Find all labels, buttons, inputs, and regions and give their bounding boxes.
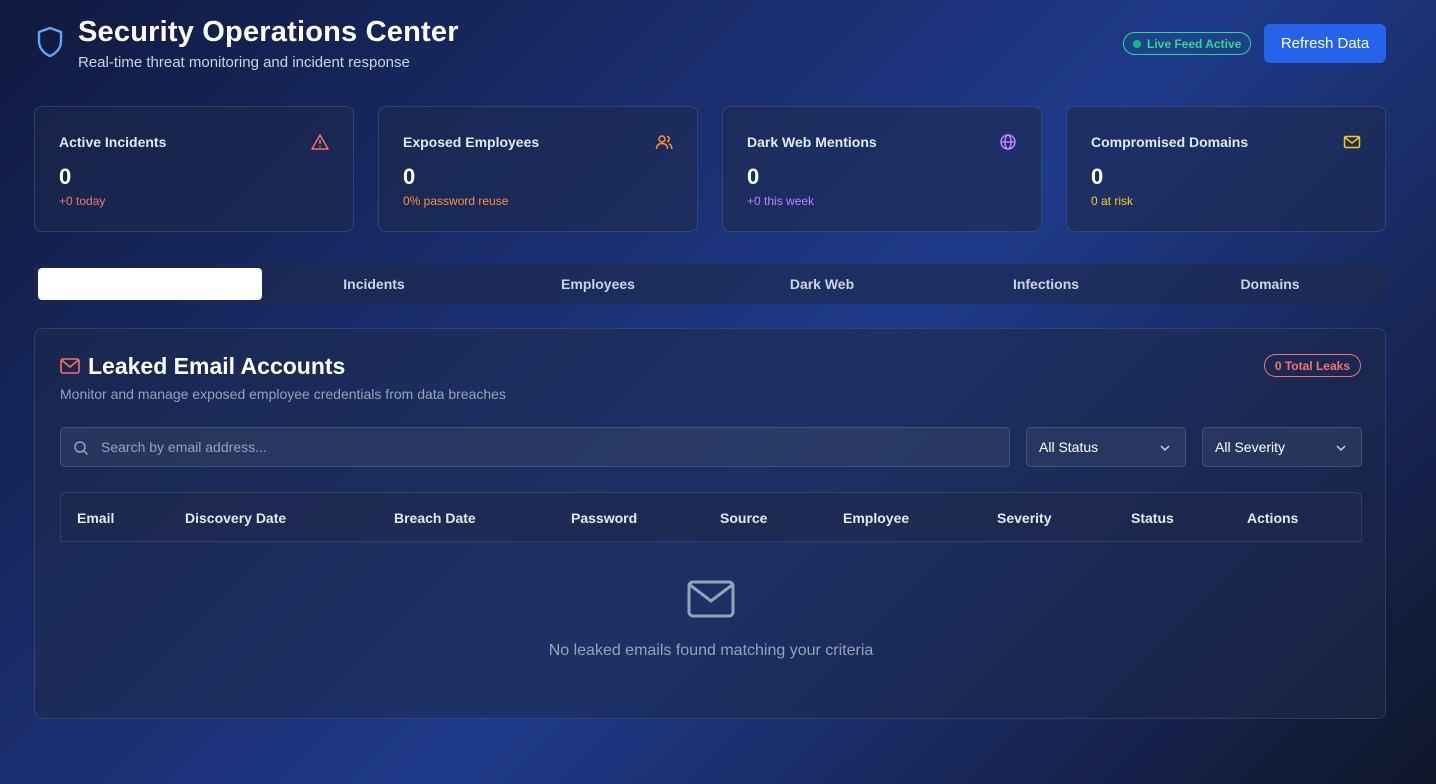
stat-label: Active Incidents: [59, 134, 167, 150]
column-header-employee[interactable]: Employee: [843, 510, 909, 526]
panel-title: Leaked Email Accounts: [88, 353, 346, 379]
live-feed-badge: Live Feed Active: [1123, 32, 1252, 55]
status-filter-select[interactable]: All Status: [1026, 427, 1186, 467]
tab-dark-web[interactable]: Dark Web: [710, 268, 934, 300]
mail-icon: [60, 358, 80, 374]
refresh-data-button[interactable]: Refresh Data: [1264, 24, 1386, 63]
tab-employees[interactable]: Employees: [486, 268, 710, 300]
search-input[interactable]: [101, 428, 1001, 466]
live-feed-label: Live Feed Active: [1147, 36, 1242, 51]
column-header-breach-date[interactable]: Breach Date: [394, 510, 476, 526]
search-icon: [74, 441, 89, 456]
chevron-down-icon: [1160, 445, 1170, 452]
stat-card-active-incidents: Active Incidents 0 +0 today: [34, 106, 354, 232]
tab-bar: Incidents Employees Dark Web Infections …: [34, 264, 1386, 304]
globe-icon: [1000, 134, 1016, 150]
users-icon: [655, 135, 673, 150]
column-header-status[interactable]: Status: [1131, 510, 1174, 526]
column-header-severity[interactable]: Severity: [997, 510, 1051, 526]
column-header-source[interactable]: Source: [720, 510, 767, 526]
severity-filter-select[interactable]: All Severity: [1202, 427, 1362, 467]
table-header: Email Discovery Date Breach Date Passwor…: [60, 492, 1362, 542]
column-header-actions: Actions: [1247, 510, 1299, 526]
leaked-emails-panel: Leaked Email Accounts Monitor and manage…: [34, 328, 1386, 719]
stat-label: Exposed Employees: [403, 134, 540, 150]
column-header-email[interactable]: Email: [77, 510, 114, 526]
tab-domains[interactable]: Domains: [1158, 268, 1382, 300]
status-dot-icon: [1133, 39, 1141, 48]
stat-subtext: 0 at risk: [1091, 194, 1134, 208]
alert-triangle-icon: [311, 134, 329, 150]
stat-card-compromised-domains: Compromised Domains 0 0 at risk: [1066, 106, 1386, 232]
stat-label: Compromised Domains: [1091, 134, 1249, 150]
column-header-discovery-date[interactable]: Discovery Date: [185, 510, 286, 526]
mail-icon: [1343, 135, 1361, 149]
chevron-down-icon: [1336, 445, 1346, 452]
stat-value: 0: [1091, 164, 1104, 189]
stat-value: 0: [403, 164, 416, 189]
stat-subtext: +0 this week: [747, 194, 815, 208]
page-title: Security Operations Center: [78, 16, 459, 48]
stat-subtext: +0 today: [59, 194, 106, 208]
tab-infections[interactable]: Infections: [934, 268, 1158, 300]
search-field[interactable]: [60, 427, 1010, 467]
total-leaks-badge: 0 Total Leaks: [1263, 354, 1361, 377]
status-filter-value: All Status: [1039, 439, 1099, 455]
tab-emails[interactable]: [38, 268, 262, 300]
page-header: Security Operations Center Real-time thr…: [34, 16, 1386, 76]
stat-label: Dark Web Mentions: [747, 134, 877, 150]
stat-value: 0: [747, 164, 760, 189]
column-header-password[interactable]: Password: [571, 510, 637, 526]
severity-filter-value: All Severity: [1215, 439, 1286, 455]
stat-card-dark-web-mentions: Dark Web Mentions 0 +0 this week: [722, 106, 1042, 232]
stat-card-exposed-employees: Exposed Employees 0 0% password reuse: [378, 106, 698, 232]
empty-state-message: No leaked emails found matching your cri…: [548, 642, 874, 659]
tab-incidents[interactable]: Incidents: [262, 268, 486, 300]
shield-icon: [37, 26, 63, 58]
stat-value: 0: [59, 164, 72, 189]
page-subtitle: Real-time threat monitoring and incident…: [78, 54, 410, 71]
panel-description: Monitor and manage exposed employee cred…: [60, 386, 506, 402]
mail-icon: [687, 580, 735, 618]
stat-subtext: 0% password reuse: [403, 194, 509, 208]
